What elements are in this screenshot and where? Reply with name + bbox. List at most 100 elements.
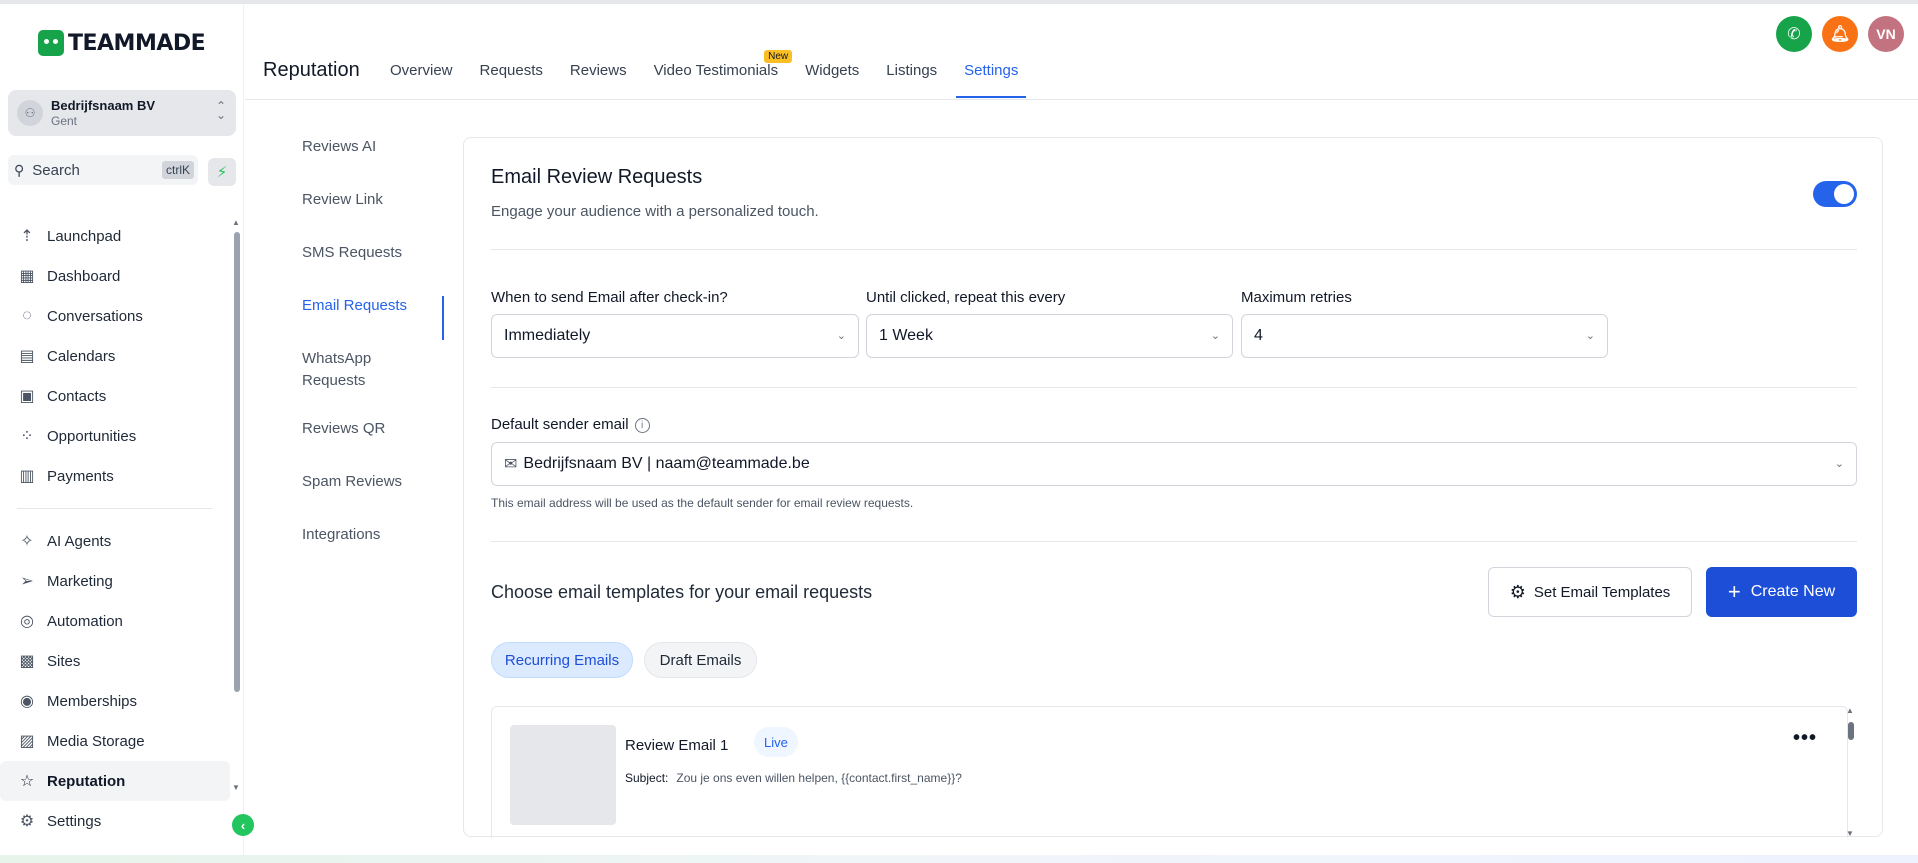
email-review-requests-card: Email Review Requests Engage your audien… bbox=[463, 137, 1883, 838]
automation-icon: ◎ bbox=[20, 613, 34, 630]
media-icon: ▨ bbox=[19, 733, 35, 750]
card-title: Email Review Requests bbox=[491, 166, 703, 188]
subnav-item-whatsapp-requests[interactable]: WhatsApp Requests bbox=[302, 348, 402, 418]
calendar-icon: ▤ bbox=[19, 348, 35, 365]
tab-label: Overview bbox=[390, 62, 453, 79]
scroll-down-icon[interactable]: ▼ bbox=[232, 783, 240, 792]
sidebar-item-launchpad[interactable]: ⇡ Launchpad bbox=[0, 216, 244, 256]
header: Reputation Overview Requests Reviews Video … bbox=[245, 4, 1918, 100]
email-name[interactable]: Review Email 1 bbox=[625, 737, 728, 754]
user-avatar[interactable]: VN bbox=[1868, 16, 1904, 52]
subnav-item-review-link[interactable]: Review Link bbox=[302, 189, 444, 242]
tab-label: Reviews bbox=[569, 62, 627, 79]
phone-icon[interactable]: ✆ bbox=[1776, 16, 1812, 52]
account-switcher[interactable]: ⚇ Bedrijfsnaam BV Gent ⌃ ⌄ bbox=[8, 90, 236, 136]
contacts-icon: ▣ bbox=[19, 388, 35, 405]
chevron-down-icon: ⌄ bbox=[1585, 330, 1595, 342]
sidebar-item-label: Media Storage bbox=[47, 732, 145, 750]
subnav-item-sms-requests[interactable]: SMS Requests bbox=[302, 242, 444, 295]
sender-select[interactable]: ✉ Bedrijfsnaam BV | naam@teammade.be ⌄ bbox=[491, 442, 1857, 486]
sidebar-item-media-storage[interactable]: ▨ Media Storage bbox=[0, 721, 244, 761]
repeat-select[interactable]: 1 Week ⌄ bbox=[866, 314, 1233, 358]
sender-value: Bedrijfsnaam BV | naam@teammade.be bbox=[523, 455, 810, 472]
scroll-down-icon[interactable]: ▼ bbox=[1846, 829, 1854, 838]
scrollbar-thumb[interactable] bbox=[1848, 722, 1854, 740]
sidebar-item-reputation[interactable]: ☆ Reputation bbox=[0, 761, 230, 801]
chip-recurring-emails[interactable]: Recurring Emails bbox=[491, 642, 633, 678]
top-actions: ✆ 🔔︎ VN bbox=[1776, 16, 1904, 52]
divider bbox=[491, 387, 1857, 388]
sidebar-item-payments[interactable]: ▥ Payments bbox=[0, 456, 244, 496]
bottom-bar bbox=[0, 855, 1918, 863]
subnav-item-spam-reviews[interactable]: Spam Reviews bbox=[302, 471, 444, 524]
subnav-item-email-requests[interactable]: Email Requests bbox=[302, 295, 444, 348]
gear-icon: ⚙ bbox=[1509, 581, 1526, 602]
email-template-list: Review Email 1 Live Subject: Zou je ons e… bbox=[491, 706, 1848, 838]
tab-settings[interactable]: Settings bbox=[956, 62, 1027, 98]
more-options-icon[interactable]: ••• bbox=[1793, 727, 1817, 750]
sender-helper: This email address will be used as the d… bbox=[491, 496, 914, 510]
rocket-icon: ⇡ bbox=[20, 228, 34, 245]
enable-toggle[interactable] bbox=[1813, 181, 1857, 207]
sidebar-item-label: Launchpad bbox=[47, 227, 122, 245]
retries-select[interactable]: 4 ⌄ bbox=[1241, 314, 1608, 358]
sidebar-item-automation[interactable]: ◎ Automation bbox=[0, 601, 244, 641]
sidebar-item-marketing[interactable]: ➢ Marketing bbox=[0, 561, 244, 601]
sidebar-item-memberships[interactable]: ◉ Memberships bbox=[0, 681, 244, 721]
tab-requests[interactable]: Requests bbox=[480, 62, 543, 98]
set-email-templates-button[interactable]: ⚙ Set Email Templates bbox=[1488, 567, 1692, 617]
when-select[interactable]: Immediately ⌄ bbox=[491, 314, 859, 358]
tab-overview[interactable]: Overview bbox=[390, 62, 453, 98]
sidebar-item-label: Sites bbox=[47, 652, 81, 670]
search-placeholder: Search bbox=[32, 161, 80, 179]
sidebar-item-ai-agents[interactable]: ✧ AI Agents bbox=[0, 521, 244, 561]
sidebar-item-conversations[interactable]: ◌ Conversations bbox=[0, 296, 244, 336]
chevron-down-icon: ⌄ bbox=[1834, 458, 1844, 470]
mail-icon: ✉ bbox=[504, 456, 518, 473]
star-icon: ☆ bbox=[19, 773, 35, 790]
sidebar-item-opportunities[interactable]: ⁘ Opportunities bbox=[0, 416, 244, 456]
sidebar-item-label: Calendars bbox=[47, 347, 116, 365]
sidebar-item-label: Opportunities bbox=[47, 427, 137, 445]
sidebar-divider bbox=[17, 508, 212, 509]
sidebar-item-dashboard[interactable]: ▦ Dashboard bbox=[0, 256, 244, 296]
card-subtitle: Engage your audience with a personalized… bbox=[491, 203, 819, 220]
account-icon: ⚇ bbox=[17, 100, 43, 126]
list-scrollbar[interactable]: ▲ ▼ bbox=[1845, 706, 1857, 838]
logo[interactable]: TEAMMADE bbox=[38, 30, 206, 56]
sidebar-scrollbar[interactable]: ▲ ▼ bbox=[232, 218, 242, 792]
tab-label: Settings bbox=[964, 62, 1019, 79]
subnav-item-integrations[interactable]: Integrations bbox=[302, 524, 444, 577]
tab-widgets[interactable]: Widgets bbox=[805, 62, 859, 98]
sidebar-item-label: Automation bbox=[47, 612, 123, 630]
chip-draft-emails[interactable]: Draft Emails bbox=[644, 642, 757, 678]
bell-icon[interactable]: 🔔︎ bbox=[1822, 16, 1858, 52]
sidebar-item-contacts[interactable]: ▣ Contacts bbox=[0, 376, 244, 416]
chat-icon: ◌ bbox=[22, 307, 32, 324]
status-badge: Live bbox=[754, 727, 798, 757]
memberships-icon: ◉ bbox=[20, 693, 34, 710]
email-thumbnail[interactable] bbox=[510, 725, 616, 825]
scrollbar-thumb[interactable] bbox=[234, 232, 240, 692]
sidebar-item-calendars[interactable]: ▤ Calendars bbox=[0, 336, 244, 376]
sidebar-item-settings[interactable]: ⚙ Settings bbox=[0, 801, 244, 841]
send-icon: ➢ bbox=[20, 573, 34, 590]
info-icon[interactable]: i bbox=[634, 417, 650, 433]
collapse-sidebar-button[interactable]: ‹ bbox=[232, 814, 254, 836]
sender-label: Default sender email bbox=[491, 416, 629, 433]
tab-reviews[interactable]: Reviews bbox=[570, 62, 627, 98]
tab-video-testimonials[interactable]: Video Testimonials New bbox=[654, 50, 793, 98]
sidebar-item-sites[interactable]: ▩ Sites bbox=[0, 641, 244, 681]
gear-icon: ⚙ bbox=[19, 813, 35, 830]
tab-listings[interactable]: Listings bbox=[886, 62, 937, 98]
search-input[interactable]: ⚲ Search ctrlK bbox=[8, 155, 198, 185]
quick-action-bolt-icon[interactable]: ⚡ bbox=[208, 158, 236, 186]
account-location: Gent bbox=[51, 114, 78, 128]
sidebar-item-label: Contacts bbox=[47, 387, 107, 405]
subnav-item-reviews-qr[interactable]: Reviews QR bbox=[302, 418, 444, 471]
subnav-item-reviews-ai[interactable]: Reviews AI bbox=[302, 136, 444, 189]
scroll-up-icon[interactable]: ▲ bbox=[232, 218, 240, 227]
sidebar-item-label: Payments bbox=[47, 467, 114, 485]
scroll-up-icon[interactable]: ▲ bbox=[1846, 706, 1854, 715]
create-new-button[interactable]: + Create New bbox=[1706, 567, 1857, 617]
